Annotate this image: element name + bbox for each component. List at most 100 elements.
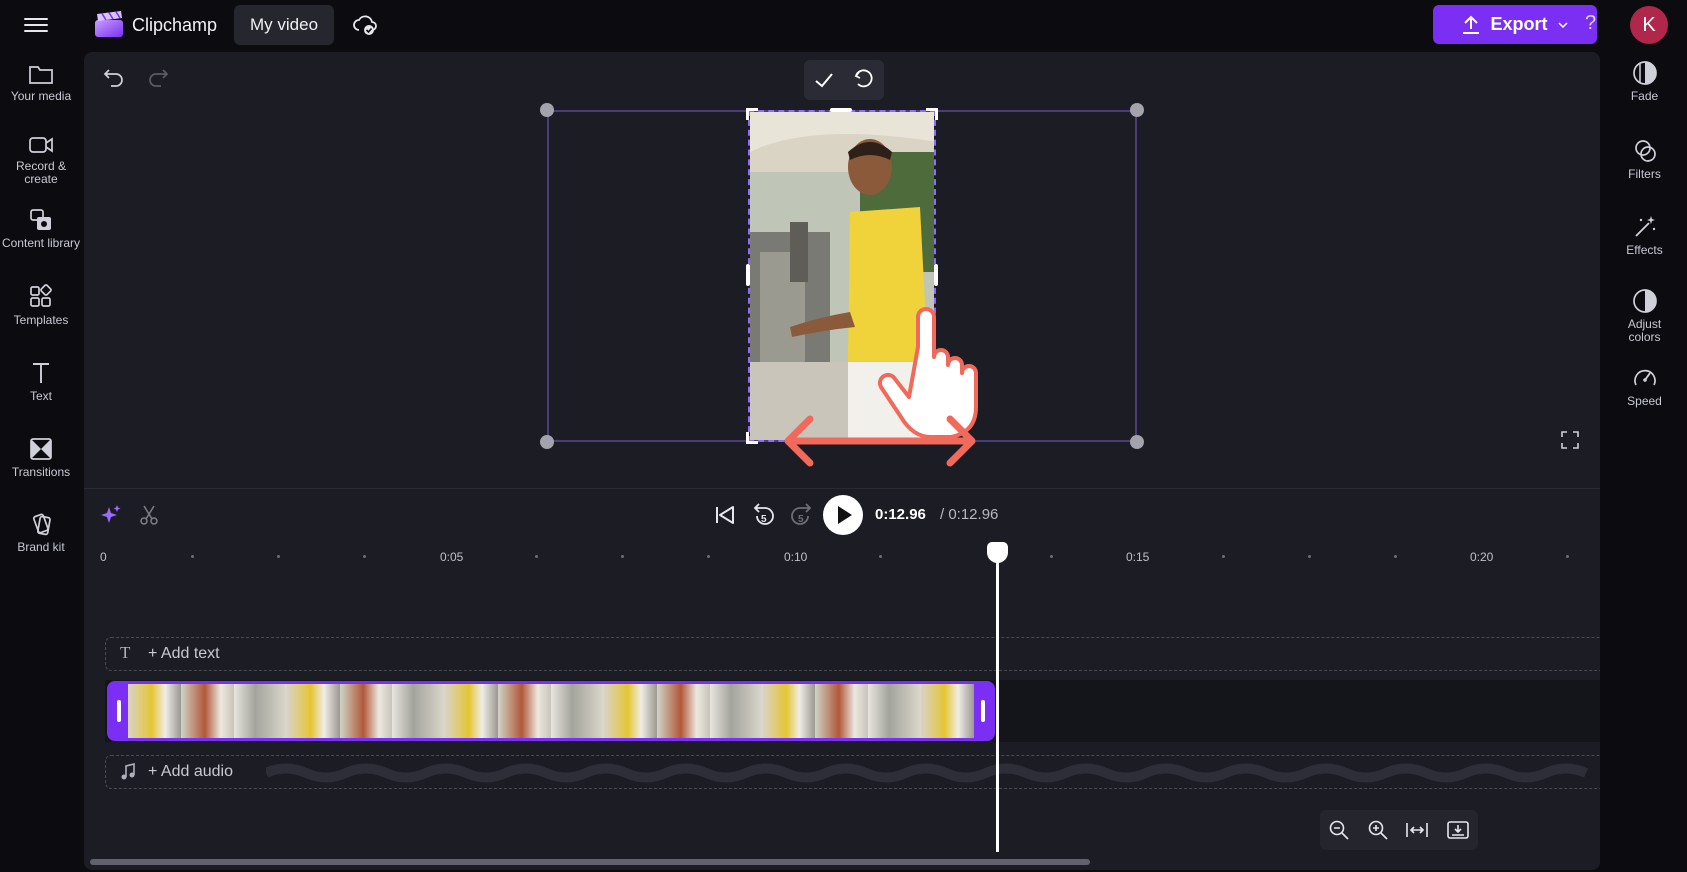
clip-thumbnail (815, 684, 869, 738)
filters-icon (1634, 140, 1656, 162)
add-audio-label: + Add audio (148, 763, 233, 780)
resize-handle[interactable] (540, 103, 554, 117)
ruler-tick (1222, 555, 1225, 558)
ruler-label: 0:20 (1470, 550, 1494, 564)
crop-handle[interactable] (934, 264, 938, 286)
rewind-5-button[interactable]: 5 (750, 500, 778, 530)
sidebar-item-label: Text (29, 389, 52, 403)
clip-thumbnail (498, 684, 551, 738)
undo-icon[interactable] (102, 66, 126, 90)
ruler-label: 0 (100, 550, 107, 564)
panel-item-label: Filters (1628, 167, 1661, 181)
panel-item-label: Adjust colors (1627, 317, 1662, 344)
clip-thumbnail (762, 684, 816, 738)
reset-icon[interactable] (853, 69, 875, 91)
sidebar-item-label: Record & create (15, 159, 67, 186)
panel-item-effects[interactable]: Effects (1602, 214, 1687, 257)
crop-handle[interactable] (926, 108, 938, 120)
panel-item-fade[interactable]: Fade (1602, 60, 1687, 103)
sidebar-item-label: Templates (13, 313, 69, 327)
export-button[interactable]: Export (1433, 5, 1597, 44)
clip-thumbnail (709, 684, 763, 738)
ruler-tick (1050, 555, 1053, 558)
sidebar-item-brand-kit[interactable]: Brand kit (0, 511, 82, 554)
horizontal-scrollbar[interactable] (90, 859, 1090, 865)
sidebar-item-content-library[interactable]: Content library (0, 207, 82, 250)
crop-handle[interactable] (746, 432, 758, 444)
clip-thumbnail (392, 684, 446, 738)
collapse-timeline-icon[interactable] (1446, 819, 1470, 841)
sidebar-item-text[interactable]: Text (0, 360, 82, 403)
transitions-icon (30, 438, 52, 460)
ruler-tick (621, 555, 624, 558)
sparkle-icon[interactable] (100, 504, 122, 526)
fit-to-timeline-icon[interactable] (1405, 819, 1429, 841)
clip-thumbnail (233, 684, 287, 738)
fade-icon (1632, 61, 1657, 85)
forward-5-button[interactable]: 5 (787, 500, 815, 530)
panel-item-label: Effects (1626, 243, 1663, 257)
panel-item-speed[interactable]: Speed (1602, 365, 1687, 408)
drag-hint-overlay (784, 307, 978, 467)
clip-thumbnail (868, 684, 922, 738)
cloud-saved-icon[interactable] (352, 12, 378, 38)
crop-handle[interactable] (746, 264, 750, 286)
export-label: Export (1490, 14, 1548, 34)
rewind-seconds: 5 (761, 514, 767, 525)
ruler-tick (879, 555, 882, 558)
redo-icon[interactable] (146, 66, 170, 90)
clip-thumbnail (921, 684, 974, 738)
panel-item-adjust-colors[interactable]: Adjust colors (1602, 288, 1687, 344)
playhead[interactable] (996, 552, 999, 852)
skip-to-start-icon[interactable] (711, 500, 739, 530)
chevron-down-icon (1557, 21, 1568, 28)
play-button[interactable] (823, 495, 863, 535)
checkmark-icon[interactable] (813, 69, 835, 91)
audio-waveform (266, 763, 1589, 783)
clip-thumbnail (551, 684, 604, 738)
clip-thumbnail (180, 684, 234, 738)
zoom-in-icon[interactable] (1367, 819, 1389, 841)
sidebar-item-transitions[interactable]: Transitions (0, 436, 82, 479)
add-text-track[interactable]: T + Add text (105, 637, 1600, 671)
ruler-tick (191, 555, 194, 558)
ruler-tick (1394, 555, 1397, 558)
resize-handle[interactable] (540, 435, 554, 449)
project-title[interactable]: My video (234, 5, 335, 45)
text-icon: T (120, 643, 131, 662)
avatar[interactable]: K (1630, 6, 1668, 44)
trim-handle-left[interactable] (110, 684, 128, 738)
add-audio-track[interactable]: + Add audio (105, 755, 1600, 789)
sidebar-item-your-media[interactable]: Your media (0, 62, 82, 103)
speed-icon (1633, 369, 1656, 386)
clip-thumbnail (656, 684, 710, 738)
total-time: / 0:12.96 (940, 506, 999, 523)
upload-icon (1463, 15, 1480, 34)
scissors-icon[interactable] (138, 504, 160, 526)
clip-thumbnail (339, 684, 393, 738)
resize-handle[interactable] (1130, 435, 1144, 449)
crop-handle[interactable] (746, 108, 758, 120)
sidebar-item-label: Brand kit (17, 540, 65, 554)
video-clip-track[interactable] (107, 681, 995, 741)
sidebar-item-record-create[interactable]: Record & create (0, 134, 82, 186)
fullscreen-icon[interactable] (1560, 430, 1580, 450)
templates-icon (30, 284, 52, 307)
playhead-handle[interactable] (987, 542, 1008, 563)
help-icon[interactable]: ? (1585, 12, 1596, 35)
trim-handle-right[interactable] (974, 684, 992, 738)
crop-handle[interactable] (830, 108, 852, 112)
zoom-out-icon[interactable] (1328, 819, 1350, 841)
sidebar-item-label: Content library (1, 236, 81, 250)
menu-icon[interactable] (22, 14, 50, 36)
clip-thumbnail (445, 684, 499, 738)
clipchamp-logo (95, 11, 123, 37)
sidebar-item-templates[interactable]: Templates (0, 284, 82, 327)
app-name: Clipchamp (132, 15, 218, 35)
adjust-colors-icon (1632, 289, 1657, 313)
clip-thumbnails (128, 684, 974, 738)
resize-handle[interactable] (1130, 103, 1144, 117)
panel-item-filters[interactable]: Filters (1602, 138, 1687, 181)
zoom-controls (1320, 810, 1478, 850)
left-sidebar: Your media Record & create Content libra… (0, 52, 82, 872)
